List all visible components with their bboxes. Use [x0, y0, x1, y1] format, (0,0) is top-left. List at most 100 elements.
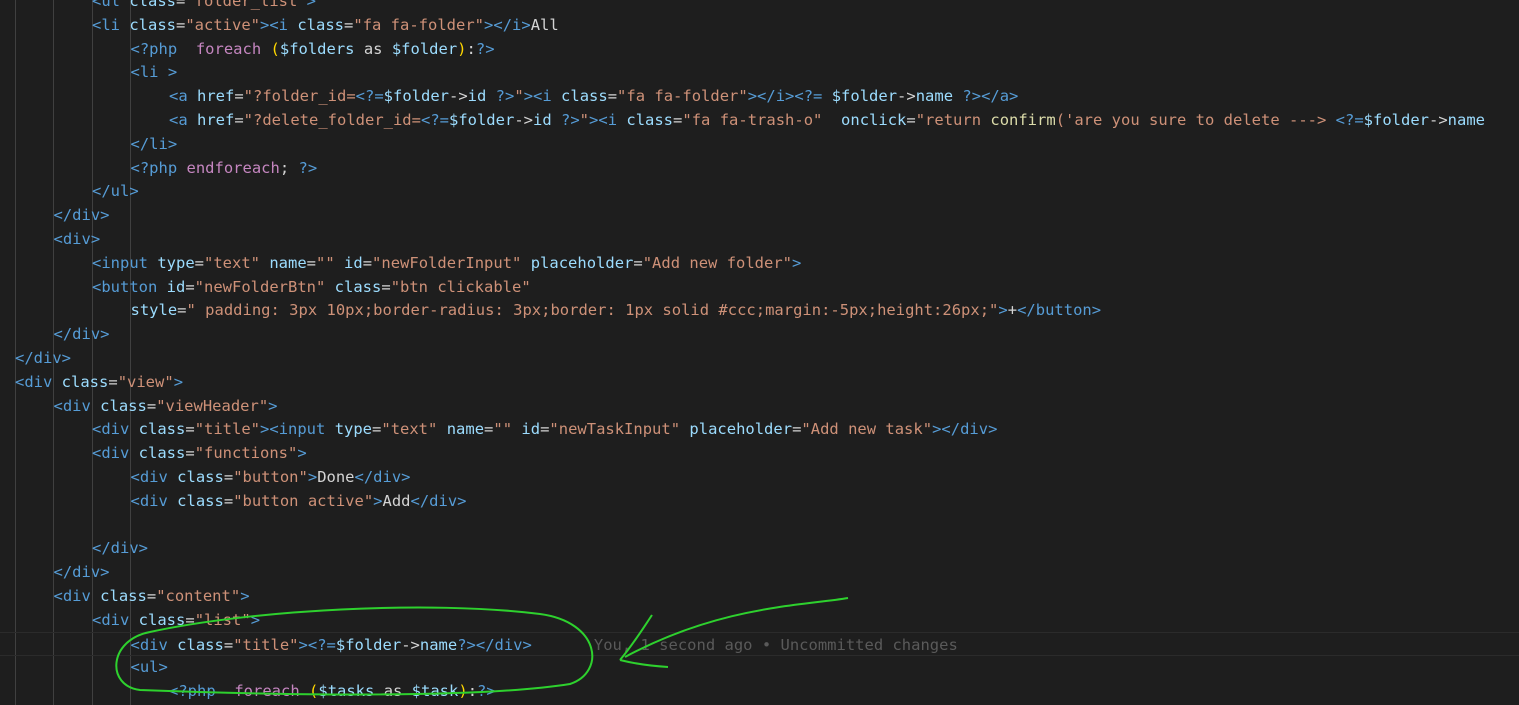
code-line[interactable]: <div class="viewHeader">	[0, 394, 278, 418]
code-token: =	[540, 420, 550, 439]
code-token: class	[138, 444, 186, 463]
code-token: id	[467, 87, 487, 106]
code-token: $folder	[383, 87, 449, 106]
code-token: <?=	[1335, 111, 1364, 129]
code-token: <?php	[130, 39, 178, 58]
code-token: >	[932, 420, 942, 439]
code-token: $folder	[335, 635, 402, 654]
code-line[interactable]: </div>	[0, 560, 110, 584]
code-token: <?=	[794, 87, 823, 106]
code-token: "	[579, 111, 590, 129]
code-token: $task	[411, 682, 459, 701]
code-token: <ul	[92, 0, 130, 10]
code-line[interactable]: <?php endforeach; ?>	[0, 156, 318, 180]
code-line[interactable]: <a href="?folder_id=<?=$folder->id ?>"><…	[0, 84, 1018, 108]
code-token: >	[297, 444, 307, 463]
code-line[interactable]: style=" padding: 3px 10px;border-radius:…	[0, 298, 1102, 322]
code-token: "text"	[381, 420, 438, 439]
code-token: </div>	[410, 491, 467, 510]
code-token: >	[167, 63, 178, 82]
code-line[interactable]: <a href="?delete_folder_id=<?=$folder->i…	[0, 108, 1485, 132]
code-line[interactable]: </ul>	[0, 179, 139, 203]
code-token: class	[100, 587, 147, 605]
code-token: =	[607, 87, 618, 106]
code-line[interactable]: </div>	[0, 346, 71, 370]
code-editor[interactable]: <ul class="folder_list"> <li class="activ…	[0, 0, 1519, 705]
code-line[interactable]: <li >	[0, 60, 178, 84]
code-token: <div	[130, 635, 178, 654]
code-line[interactable]: <div>	[0, 227, 101, 251]
code-line[interactable]: <ul>	[0, 655, 168, 679]
code-line[interactable]: <div class="button">Done</div>	[0, 465, 411, 489]
code-line[interactable]: </div>	[0, 203, 110, 227]
code-token: <a	[169, 111, 197, 129]
code-token: <div	[130, 468, 178, 486]
code-line[interactable]: <div class="title"><?=$folder->name?></d…	[0, 631, 1519, 656]
code-token: =	[176, 15, 186, 34]
code-line[interactable]	[0, 513, 15, 537]
code-line[interactable]: <div class="content">	[0, 584, 250, 608]
code-token: =	[108, 372, 118, 391]
code-token: placeholder	[689, 420, 793, 439]
code-token: =	[223, 468, 234, 486]
code-line[interactable]: </div>	[0, 322, 110, 346]
code-line[interactable]: <?php foreach ($folders as $folder):?>	[0, 37, 495, 61]
code-line[interactable]: </li>	[0, 132, 178, 156]
code-line[interactable]: <ul class="folder_list">	[0, 0, 316, 13]
code-token: <a	[169, 87, 197, 106]
code-token: onclick	[841, 111, 907, 129]
code-token: "	[514, 87, 524, 106]
code-line[interactable]: <li class="active"><i class="fa fa-folde…	[0, 13, 559, 37]
code-token: $folder	[391, 39, 458, 58]
code-token: class	[138, 420, 186, 439]
code-token: =	[306, 253, 317, 272]
code-token: Add	[382, 491, 411, 510]
code-token: "active"	[185, 15, 260, 34]
code-line[interactable]: <input type="text" name="" id="newFolder…	[0, 251, 801, 275]
code-token: <div	[130, 491, 178, 510]
code-token: =	[344, 15, 354, 34]
code-token: type	[334, 420, 373, 439]
code-token: Done	[317, 468, 355, 486]
code-token: >	[298, 635, 308, 654]
code-line[interactable]: <div class="title"><input type="text" na…	[0, 417, 997, 441]
code-line[interactable]: <div class="button active">Add</div>	[0, 489, 467, 513]
code-token: >	[484, 15, 494, 34]
code-token: class	[129, 15, 176, 34]
code-token: </div>	[941, 420, 998, 439]
code-token: </ul>	[92, 182, 139, 201]
code-token: =	[146, 396, 157, 415]
code-token: <div>	[53, 230, 101, 248]
code-line[interactable]: </div>	[0, 536, 148, 560]
code-line[interactable]: <div class="view">	[0, 370, 183, 394]
code-line[interactable]: <button id="newFolderBtn" class="btn cli…	[0, 275, 531, 299]
code-token: =	[185, 444, 195, 463]
code-token: <div	[92, 444, 139, 463]
code-token: >	[306, 0, 317, 10]
code-token: "title"	[233, 635, 299, 654]
code-token: </div>	[15, 349, 71, 367]
code-token: =	[223, 491, 234, 510]
code-line[interactable]: <?php foreach ($tasks as $task):?>	[0, 679, 496, 703]
code-token: >	[240, 587, 250, 605]
code-token: +	[1007, 301, 1018, 320]
code-line[interactable]: <div class="functions">	[0, 441, 307, 465]
code-token: "viewHeader"	[156, 396, 269, 415]
code-token: class	[561, 87, 608, 106]
code-token: "view"	[117, 372, 174, 391]
code-token: "return	[915, 111, 991, 129]
code-token: )	[457, 39, 467, 58]
code-token: </div>	[92, 539, 148, 558]
code-token: <input	[269, 420, 335, 439]
code-line[interactable]: <div class="list">	[0, 608, 260, 632]
code-token: href	[197, 87, 235, 106]
code-token: ->	[401, 635, 420, 654]
code-token: <div	[53, 587, 101, 605]
code-token: =	[234, 111, 244, 129]
